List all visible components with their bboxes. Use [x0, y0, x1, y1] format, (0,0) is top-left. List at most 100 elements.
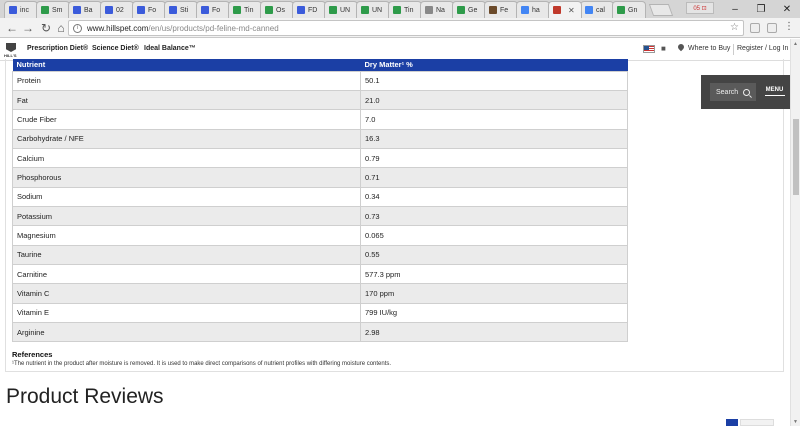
tab-label: Tin — [404, 6, 414, 14]
browser-tab[interactable]: Os — [260, 1, 294, 18]
browser-tab[interactable]: Na — [420, 1, 454, 18]
logo-shield-icon — [6, 43, 16, 52]
column-header-dry-matter: Dry Matter¹ % — [360, 59, 628, 71]
header-divider — [733, 44, 734, 55]
browser-tab[interactable]: Fo — [196, 1, 230, 18]
tab-label: Ba — [84, 6, 93, 14]
nav-science-diet[interactable]: Science Diet® — [92, 45, 139, 52]
profile-badge[interactable]: 05 ⊡ — [686, 2, 714, 14]
browser-tab[interactable]: Tin — [228, 1, 262, 18]
hills-logo[interactable]: HILL'S — [4, 42, 18, 58]
table-row: Fat 21.0 — [12, 89, 628, 111]
nutrient-name: Magnesium — [12, 225, 361, 246]
forward-arrow-icon[interactable]: → — [20, 20, 36, 36]
register-login-link[interactable]: Register / Log In — [737, 45, 788, 52]
browser-tab[interactable]: Fe — [484, 1, 518, 18]
browser-tab[interactable]: 02 — [100, 1, 134, 18]
new-tab-button[interactable] — [648, 4, 674, 16]
column-header-nutrient: Nutrient — [12, 59, 361, 71]
tab-favicon-icon — [9, 6, 17, 14]
location-pin-icon — [678, 44, 684, 52]
browser-toolbar: ← → ↻ ⌂ i www.hillspet.com/en/us/product… — [0, 18, 800, 38]
browser-tab[interactable]: Tin — [388, 1, 422, 18]
nutrient-name: Vitamin C — [12, 283, 361, 304]
back-arrow-icon[interactable]: ← — [4, 20, 20, 36]
search-button[interactable]: Search — [710, 83, 756, 101]
nav-ideal-balance[interactable]: Ideal Balance™ — [144, 45, 196, 52]
where-to-buy-link[interactable]: Where to Buy — [688, 45, 730, 52]
scroll-up-arrow-icon[interactable]: ▲ — [793, 41, 798, 47]
bookmark-star-icon[interactable]: ☆ — [730, 22, 739, 33]
browser-tab[interactable]: Ba — [68, 1, 102, 18]
page-scrollbar[interactable]: ▲ ▼ — [790, 39, 800, 426]
browser-tab[interactable]: ha — [516, 1, 550, 18]
browser-tab[interactable]: Gn — [612, 1, 646, 18]
home-icon[interactable]: ⌂ — [53, 20, 69, 36]
nutrient-name: Fat — [12, 89, 361, 111]
nutrient-name: Calcium — [12, 147, 361, 169]
browser-tab[interactable]: Sm — [36, 1, 70, 18]
nutrient-value: 16.3 — [360, 128, 628, 149]
browser-tab[interactable]: cal — [580, 1, 614, 18]
references-section: References ¹The nutrient in the product … — [12, 350, 612, 367]
browser-menu-icon[interactable]: ⋮ — [784, 21, 794, 32]
browser-tab[interactable]: Fo — [132, 1, 166, 18]
minimize-icon[interactable]: – — [722, 0, 748, 18]
browser-tab[interactable]: Ge — [452, 1, 486, 18]
close-window-icon[interactable]: ✕ — [774, 0, 800, 18]
table-row: Sodium 0.34 — [12, 186, 628, 207]
tab-favicon-icon — [361, 6, 369, 14]
extension-icon[interactable] — [750, 23, 760, 33]
scroll-thumb[interactable] — [793, 119, 799, 195]
chat-icon[interactable]: ■ — [661, 44, 666, 53]
reload-icon[interactable]: ↻ — [38, 20, 54, 36]
tab-label: UN — [372, 6, 383, 14]
browser-tab[interactable]: UN — [324, 1, 358, 18]
browser-tab[interactable]: inc — [4, 1, 38, 18]
tab-favicon-icon — [169, 6, 177, 14]
tab-favicon-icon — [393, 6, 401, 14]
tab-favicon-icon — [521, 6, 529, 14]
table-row: Calcium 0.79 — [12, 147, 628, 169]
menu-label: MENU — [765, 86, 784, 93]
nutrient-value: 0.73 — [360, 205, 628, 227]
nutrient-value: 2.98 — [360, 321, 628, 343]
table-row: Protein 50.1 — [12, 70, 628, 91]
nav-prescription-diet[interactable]: Prescription Diet® — [27, 45, 88, 52]
browser-tab[interactable]: Sti — [164, 1, 198, 18]
table-row: Magnesium 0.065 — [12, 225, 628, 246]
url-host: www.hillspet.com — [87, 23, 149, 33]
tab-favicon-icon — [233, 6, 241, 14]
nutrient-name: Taurine — [12, 244, 361, 265]
tab-label: Na — [436, 6, 445, 14]
info-icon[interactable]: i — [73, 23, 82, 33]
browser-tab[interactable]: FD — [292, 1, 326, 18]
extension-icon[interactable] — [767, 23, 777, 33]
us-flag-icon[interactable] — [643, 45, 655, 53]
tab-close-icon[interactable]: ✕ — [568, 6, 575, 15]
nutrient-name: Crude Fiber — [12, 109, 361, 130]
product-reviews-heading: Product Reviews — [6, 385, 164, 408]
browser-tab[interactable]: UN — [356, 1, 390, 18]
nutrient-value: 50.1 — [360, 70, 628, 91]
tab-label: ha — [532, 6, 540, 14]
nutrient-value: 0.71 — [360, 167, 628, 188]
search-menu-widget: Search MENU — [701, 75, 790, 109]
browser-tab[interactable]: ✕ — [548, 1, 582, 18]
tab-label: Ge — [468, 6, 478, 14]
site-header: HILL'S Prescription Diet® Science Diet® … — [0, 39, 790, 61]
nutrient-name: Arginine — [12, 321, 361, 343]
tab-favicon-icon — [41, 6, 49, 14]
address-bar[interactable]: i www.hillspet.com/en/us/products/pd-fel… — [68, 20, 744, 36]
maximize-icon[interactable]: ❐ — [748, 0, 774, 18]
nutrient-name: Vitamin E — [12, 302, 361, 323]
table-row: Arginine 2.98 — [12, 321, 628, 343]
tab-label: Fo — [212, 6, 221, 14]
nutrient-value: 799 IU/kg — [360, 302, 628, 323]
scroll-down-arrow-icon[interactable]: ▼ — [793, 419, 798, 425]
menu-button[interactable]: MENU — [762, 82, 787, 102]
nutrient-name: Carnitine — [12, 263, 361, 285]
menu-underline — [764, 94, 785, 96]
partial-widget — [740, 419, 774, 426]
search-label: Search — [716, 88, 739, 96]
